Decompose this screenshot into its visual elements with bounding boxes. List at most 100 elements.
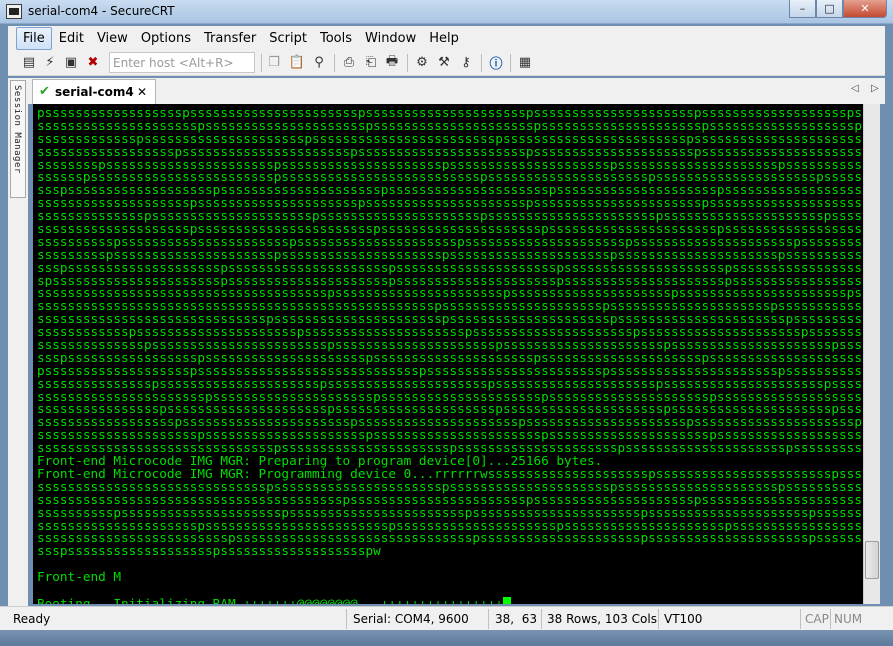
status-separator (488, 609, 489, 629)
terminal-line: ssspssssssssssssssssssspssssssssssssssss… (37, 184, 863, 198)
terminal-line: ssspssssssssssssssssspssssssssssssssssss… (37, 351, 863, 365)
menu-file[interactable]: File (16, 26, 52, 50)
status-separator (346, 609, 347, 629)
terminal-line: sssssssssssssspsssssssssssssssssssssssps… (37, 339, 863, 352)
tab-label: serial-com4 (55, 85, 134, 99)
menu-tools[interactable]: Tools (314, 28, 358, 49)
connect-in-tab-icon[interactable]: ▣ (62, 54, 80, 71)
window-title: serial-com4 - SecureCRT (28, 4, 175, 18)
terminal-line: sssssssssssssssssssssspsssssssssssssssss… (37, 390, 863, 404)
status-connection: Serial: COM4, 9600 (353, 612, 469, 626)
terminal-line: ssssssssssssssssssssssssspssssssssssssss… (37, 532, 863, 546)
quick-connect-icon[interactable]: ⚡ (41, 54, 59, 71)
session-manager-tab[interactable]: Session Manager (10, 80, 26, 198)
toolbar-separator (261, 54, 262, 72)
terminal-line: ssspsssssssssssssssssssspsssssssssssssss… (37, 261, 863, 275)
terminal-line: ssssssssssssssssssssssssssssssssssssssps… (37, 287, 863, 301)
status-ready: Ready (13, 612, 51, 626)
terminal-line: sssssssssssssssssssssssssssssspsssssssss… (37, 480, 863, 494)
terminal-line: sssssspsssssssssssssssssssssssspssssssss… (37, 171, 863, 185)
tab-close-icon[interactable]: ✕ (137, 85, 147, 99)
status-num: NUM (834, 612, 863, 626)
terminal-line: sssssssssspsssssssssssssssssssssspssssss… (37, 235, 863, 249)
terminal-scrollbar[interactable] (863, 104, 880, 604)
menu-window[interactable]: Window (359, 28, 422, 49)
disconnect-icon[interactable]: ✖ (84, 54, 102, 71)
menu-bar: File Edit View Options Transfer Script T… (8, 26, 885, 50)
print-setup-icon[interactable]: 🖶 (383, 54, 401, 71)
keymap-icon[interactable]: ⚷ (457, 54, 475, 71)
status-dimensions: 38 Rows, 103 Cols (547, 612, 657, 626)
print-icon[interactable]: ⎙ (340, 54, 358, 71)
tab-bar: ✔ serial-com4 ✕ ◁ ▷ (28, 78, 885, 104)
find-icon[interactable]: ⚲ (310, 54, 328, 71)
terminal-line: sssssssssssssssspsssssssssssssssssssssps… (37, 403, 863, 417)
terminal-line: pssssssssssssssssssspsssssssssssssssssss… (37, 364, 863, 378)
terminal-line: ssssssssssssssspssssssssssssssssssssspss… (37, 377, 863, 391)
maximize-button[interactable]: □ (816, 0, 843, 18)
status-cursor-position: 38, 63 (495, 612, 537, 626)
terminal-line: ssssssssssssssssssssssssssssssssssssssss… (37, 300, 863, 314)
tab-serial-com4[interactable]: ✔ serial-com4 ✕ (32, 79, 156, 104)
status-separator (830, 609, 831, 629)
status-emulation: VT100 (664, 612, 703, 626)
connect-icon[interactable]: ▤ (20, 54, 38, 71)
terminal-output: psssssssssssssssssspssssssssssssssssssss… (37, 107, 863, 604)
status-caps: CAP (805, 612, 829, 626)
menu-help[interactable]: Help (423, 28, 465, 49)
terminal-line: sssssssssssssssssssspsssssssssssssssssss… (37, 197, 863, 211)
status-separator (541, 609, 542, 629)
menu-view[interactable]: View (91, 28, 134, 49)
terminal-line: Front-end Microcode IMG MGR: Preparing t… (37, 455, 603, 468)
terminal-line: ssssssssssssssssssssssssssssssspssssssss… (37, 442, 863, 456)
toolbar-separator (510, 54, 511, 72)
menu-script[interactable]: Script (263, 28, 313, 49)
status-separator (658, 609, 659, 629)
terminal-line: ssssssssssssssssssssspssssssssssssssssss… (37, 119, 863, 133)
terminal-view[interactable]: psssssssssssssssssspssssssssssssssssssss… (33, 104, 863, 604)
toolbar-separator (334, 54, 335, 72)
toolbar: ▤ ⚡ ▣ ✖ ❐ 📋 ⚲ ⎙ ⎗ 🖶 ⚙ ⚒ ⚷ ⓘ ▦ (8, 50, 885, 76)
tab-prev-icon[interactable]: ◁ (851, 83, 859, 94)
terminal-line: sssssssssssssssssssspsssssssssssssssssss… (37, 223, 863, 236)
terminal-cursor (502, 596, 511, 604)
terminal-line: ssssssssssssspssssssssssssssssssssspssss… (37, 132, 863, 146)
terminal-line: sssssssssssssssssssssssssssssspsssssssss… (37, 313, 863, 327)
terminal-line: sssssssssspssssssssssssssssssssspsssssss… (37, 506, 863, 520)
terminal-line: sssssssspsssssssssssssssssssssspssssssss… (37, 158, 863, 172)
paste-icon[interactable]: 📋 (288, 54, 306, 71)
session-manager-label: Session Manager (12, 85, 22, 174)
app-icon (6, 4, 22, 19)
terminal-line: Front-end M (37, 571, 122, 584)
host-input[interactable] (109, 52, 255, 73)
window-controls: – □ ✕ (789, 0, 887, 19)
status-bar: Ready Serial: COM4, 9600 38, 63 38 Rows,… (0, 606, 893, 630)
title-bar: serial-com4 - SecureCRT – □ ✕ (0, 0, 893, 24)
session-options-icon[interactable]: ⚙ (413, 54, 431, 71)
terminal-line: ssspssssssssssssssssssspssssssssssssssss… (37, 545, 381, 559)
scrollbar-thumb[interactable] (865, 541, 879, 579)
print-screen-icon[interactable]: ⎗ (362, 54, 380, 71)
terminal-line: Front-end Microcode IMG MGR: Programming… (37, 467, 863, 481)
terminal-line: psssssssssssssssssspssssssssssssssssssss… (37, 107, 863, 120)
terminal-line: spsssssssssssssssssssssspsssssssssssssss… (37, 274, 863, 288)
close-button[interactable]: ✕ (843, 0, 887, 18)
terminal-line: sssssssssssssspssssssssssssssssssssspsss… (37, 210, 863, 224)
terminal-line: Booting...Initializing RAM +++++++@@@@@@… (37, 596, 863, 604)
copy-icon[interactable]: ❐ (265, 54, 283, 71)
global-options-icon[interactable]: ⚒ (435, 54, 453, 71)
menu-transfer[interactable]: Transfer (198, 28, 262, 49)
help-icon[interactable]: ⓘ (487, 54, 505, 72)
terminal-line: sssssssssssssssssspsssssssssssssssssssss… (37, 416, 863, 430)
menu-edit[interactable]: Edit (53, 28, 90, 49)
terminal-line: ssssssssssssssssssssspssssssssssssssssss… (37, 519, 863, 533)
tab-next-icon[interactable]: ▷ (871, 83, 879, 94)
sftp-icon[interactable]: ▦ (516, 54, 534, 71)
minimize-button[interactable]: – (789, 0, 816, 18)
terminal-line: sssssssssssssssssspsssssssssssssssssssss… (37, 145, 863, 159)
menu-options[interactable]: Options (135, 28, 197, 49)
terminal-line: ssssssssssssssssssssspssssssssssssssssss… (37, 429, 863, 443)
terminal-line: ssssssssspssssssssssssssssssssspssssssss… (37, 248, 863, 262)
